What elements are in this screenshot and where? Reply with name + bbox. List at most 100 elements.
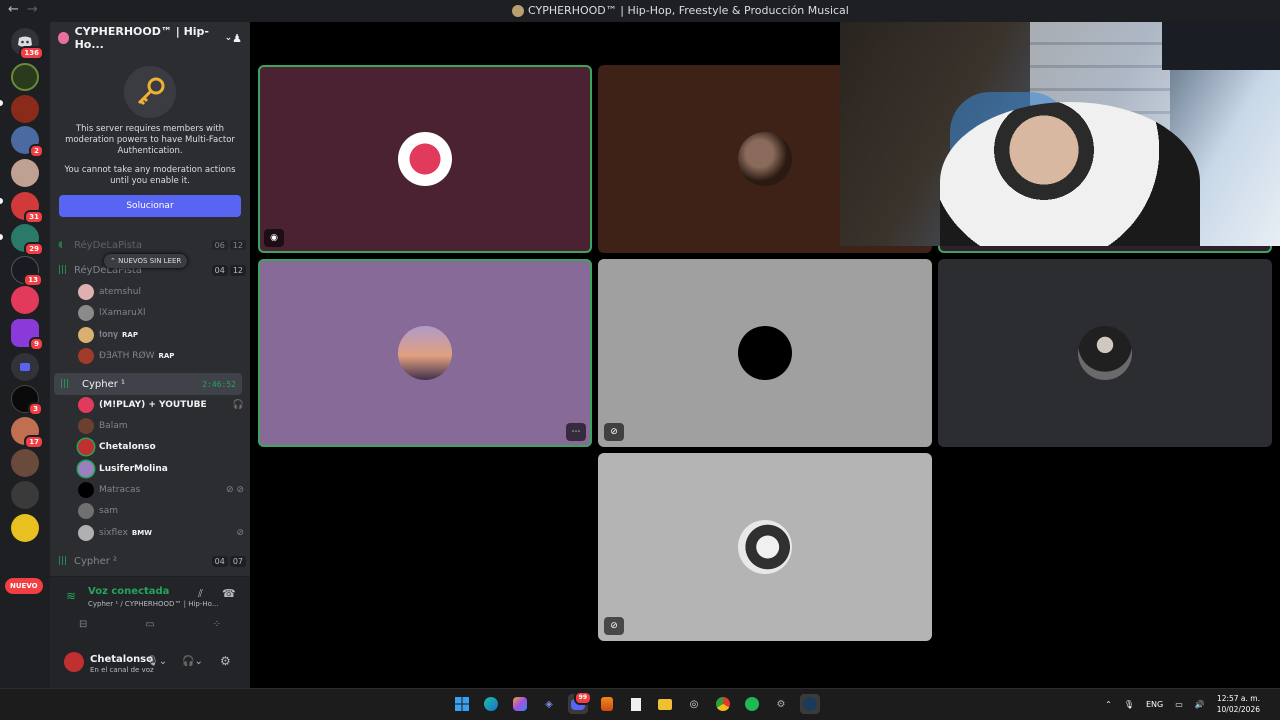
edge-icon[interactable] bbox=[481, 694, 501, 714]
avatar[interactable] bbox=[64, 652, 84, 672]
more-options-icon[interactable]: ⋯ bbox=[566, 423, 586, 441]
voice-member[interactable]: atemshul bbox=[78, 282, 244, 302]
server-icon[interactable] bbox=[11, 481, 39, 509]
unread-badge: 136 bbox=[19, 46, 44, 60]
chevron-down-icon: ⌄ bbox=[224, 33, 233, 43]
server-icon[interactable]: 17 bbox=[11, 417, 44, 449]
disconnect-icon[interactable]: ☎ bbox=[222, 587, 236, 600]
video-off-icon[interactable]: ⊟ bbox=[79, 619, 87, 630]
mic-muted-icon[interactable]: ⊘ bbox=[604, 617, 624, 635]
server-unread-pill bbox=[0, 234, 3, 240]
server-icon[interactable]: 2 bbox=[11, 126, 44, 158]
video-tile[interactable]: ⋯ bbox=[258, 259, 592, 447]
fl-studio-icon[interactable] bbox=[597, 694, 617, 714]
voice-member[interactable]: sam bbox=[78, 501, 244, 521]
username: Chetalonso bbox=[90, 654, 154, 665]
server-icon[interactable]: 13 bbox=[11, 256, 43, 287]
voice-member[interactable]: Chetalonso bbox=[78, 437, 244, 457]
date: 10/02/2026 bbox=[1216, 705, 1260, 714]
voice-member[interactable]: LusiferMolina bbox=[78, 459, 244, 479]
avatar bbox=[78, 461, 94, 477]
noise-suppression-icon[interactable]: ⫽ bbox=[198, 587, 203, 601]
screen-share-icon[interactable]: ▭ bbox=[145, 619, 154, 630]
video-tile[interactable]: ◉ bbox=[258, 65, 592, 253]
server-icon[interactable]: 3 bbox=[11, 385, 43, 416]
clock[interactable]: 12:57 a. m. 10/02/2026 bbox=[1217, 693, 1260, 715]
solucionar-button[interactable]: Solucionar bbox=[59, 195, 241, 217]
video-tile[interactable]: ⊘ bbox=[598, 453, 932, 641]
unread-badge: 29 bbox=[24, 242, 44, 256]
windows-taskbar: ◈ 99 ◎ ⚙ ⌃ 🎙 ENG ▭ 🔊 12:57 a. m. 10/02/2… bbox=[0, 688, 1280, 720]
avatar bbox=[738, 132, 792, 186]
steam-icon[interactable] bbox=[800, 694, 820, 714]
server-icon[interactable] bbox=[11, 159, 39, 187]
copilot-icon[interactable] bbox=[510, 694, 530, 714]
server-icon[interactable]: 9 bbox=[11, 319, 44, 351]
voice-member[interactable]: lXamaruXl bbox=[78, 303, 244, 323]
voice-member[interactable]: Balam bbox=[78, 416, 244, 436]
obs-icon[interactable]: ◎ bbox=[684, 694, 704, 714]
file-icon[interactable] bbox=[626, 694, 646, 714]
network-icon[interactable]: ▭ bbox=[1175, 700, 1183, 709]
video-tile[interactable] bbox=[938, 259, 1272, 447]
server-list: 136 2 31 29 13 9 3 17 NUEVO bbox=[0, 22, 50, 688]
unread-badge: 3 bbox=[28, 402, 43, 416]
voice-channel-cypher1[interactable]: ||| Cypher ¹ 2:46:52 bbox=[54, 373, 242, 395]
new-servers-pill[interactable]: NUEVO bbox=[5, 578, 43, 594]
new-unread-button[interactable]: ⌃ NUEVOS SIN LEER bbox=[104, 254, 188, 268]
voice-activity-icon: ||| bbox=[60, 379, 70, 389]
server-icon[interactable] bbox=[11, 449, 39, 477]
spotify-icon[interactable] bbox=[742, 694, 762, 714]
chrome-icon[interactable] bbox=[713, 694, 733, 714]
voice-member[interactable]: ÐƎATH RØW RAP bbox=[78, 346, 244, 366]
forward-arrow-icon[interactable]: → bbox=[27, 2, 38, 17]
discord-taskbar-icon[interactable]: 99 bbox=[568, 691, 592, 714]
mfa-message-2: You cannot take any moderation actions u… bbox=[64, 165, 236, 186]
server-icon[interactable] bbox=[11, 63, 39, 91]
server-icon[interactable]: 29 bbox=[11, 224, 44, 256]
folder-icon[interactable] bbox=[11, 353, 39, 381]
avatar bbox=[78, 525, 94, 541]
voice-action-buttons: ⊟ ▭ ⁘ bbox=[50, 614, 250, 634]
voice-member[interactable]: (M!PLAY) + YOUTUBE 🎧 bbox=[78, 395, 244, 415]
volume-icon[interactable]: 🔊 bbox=[1195, 700, 1205, 709]
server-icon[interactable] bbox=[11, 514, 39, 542]
server-logo-icon bbox=[512, 4, 524, 17]
server-icon[interactable] bbox=[11, 95, 39, 123]
voice-member[interactable]: Matracas ⊘ ⊘ bbox=[78, 480, 244, 500]
window-titlebar: ← → CYPHERHOOD™ | Hip-Hop, Freestyle & P… bbox=[0, 0, 1280, 22]
deafened-icon[interactable]: ⊘ bbox=[604, 423, 624, 441]
windows-start-icon[interactable] bbox=[452, 694, 472, 714]
voice-member[interactable]: 𝐭𝐨𝐧𝐲 RAP bbox=[78, 325, 244, 345]
voice-member[interactable]: sixflex BMW ⊘ bbox=[78, 523, 244, 543]
microphone-icon[interactable]: 🎙 bbox=[1124, 700, 1134, 709]
chevron-up-icon[interactable]: ⌃ bbox=[1105, 700, 1112, 709]
back-arrow-icon[interactable]: ← bbox=[8, 2, 19, 17]
background-tv bbox=[1162, 22, 1280, 70]
app-icon[interactable]: ◈ bbox=[539, 694, 559, 714]
stream-icon[interactable]: ◉ bbox=[264, 229, 284, 247]
voice-channel-reydelapista[interactable]: ◖ RéyDeLaPista 06 12 bbox=[54, 240, 246, 250]
voice-channel-cypher2[interactable]: ||| Cypher ² 04 07 bbox=[54, 551, 246, 571]
user-limit: 04 12 bbox=[211, 264, 246, 276]
server-header[interactable]: CYPHERHOOD™ | Hip-Ho... ⌄ ♟ bbox=[50, 22, 250, 54]
add-member-icon[interactable]: ♟ bbox=[232, 32, 242, 45]
gear-icon[interactable]: ⚙ bbox=[220, 654, 231, 668]
voice-location[interactable]: Cypher ¹ / CYPHERHOOD™ | Hip-Ho... bbox=[88, 600, 219, 608]
server-unread-pill bbox=[0, 198, 3, 204]
avatar bbox=[78, 348, 94, 364]
headphones-icon[interactable]: 🎧⌄ bbox=[182, 656, 203, 667]
video-tile[interactable]: ⊘ bbox=[598, 259, 932, 447]
avatar bbox=[398, 132, 452, 186]
server-icon[interactable] bbox=[11, 286, 39, 314]
activities-icon[interactable]: ⁘ bbox=[213, 619, 221, 630]
discord-home-icon[interactable]: 136 bbox=[11, 28, 44, 60]
video-stage: ◉ ⋯ ⊘ ⊘ bbox=[250, 22, 1280, 688]
server-name: CYPHERHOOD™ | Hip-Ho... bbox=[74, 25, 209, 51]
server-icon[interactable]: 31 bbox=[11, 192, 44, 224]
language-indicator[interactable]: ENG bbox=[1146, 700, 1163, 709]
settings-icon[interactable]: ⚙ bbox=[771, 694, 791, 714]
file-explorer-icon[interactable] bbox=[655, 694, 675, 714]
unread-badge: 2 bbox=[29, 144, 44, 158]
microphone-icon[interactable]: 🎙⌄ bbox=[146, 656, 167, 667]
